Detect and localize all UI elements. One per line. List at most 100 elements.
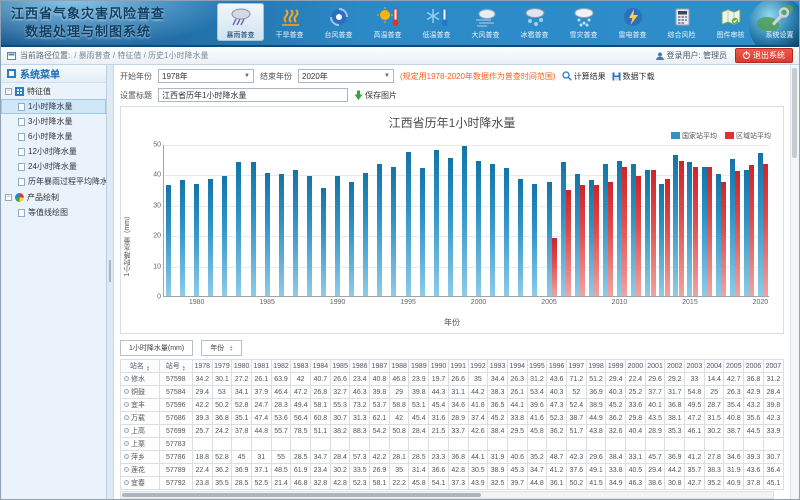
sidebar-item-0-5[interactable]: 历年暴雨过程平均降水量 <box>1 174 106 189</box>
col-header-1989[interactable]: 1989 <box>409 360 429 373</box>
bar-national-1999 <box>462 146 467 296</box>
table-row-萍乡[interactable]: 萍乡5778618.852.845315528.534.728.457.342.… <box>121 451 784 464</box>
col-header-id[interactable]: 站号▲▼ <box>159 360 192 373</box>
sidebar-group-1[interactable]: −产品绘制 <box>1 189 106 205</box>
col-header-2005[interactable]: 2005 <box>724 360 744 373</box>
cell-value: 41.2 <box>685 451 705 464</box>
sidebar-item-1-0[interactable]: 等值线绘图 <box>1 205 106 220</box>
chart-plot: 0102030405019801985199019952000200520102… <box>163 145 769 297</box>
col-header-2007[interactable]: 2007 <box>763 360 783 373</box>
cell-value: 29.4 <box>192 386 212 399</box>
cell-value: 35.2 <box>704 477 724 490</box>
col-header-1978[interactable]: 1978 <box>192 360 212 373</box>
col-header-1986[interactable]: 1986 <box>350 360 370 373</box>
col-header-1997[interactable]: 1997 <box>566 360 586 373</box>
col-header-1993[interactable]: 1993 <box>488 360 508 373</box>
cell-value: 29.6 <box>586 451 606 464</box>
bar-regional-2018 <box>735 171 740 296</box>
x-tick-label: 1990 <box>326 299 350 306</box>
start-year-select[interactable]: 1978年▼ <box>158 69 254 83</box>
cell-value: 40.5 <box>626 464 646 477</box>
col-header-1995[interactable]: 1995 <box>527 360 547 373</box>
toolbar-item-lightning[interactable]: 雷电普查 <box>609 3 656 41</box>
col-header-2006[interactable]: 2006 <box>744 360 764 373</box>
col-header-1987[interactable]: 1987 <box>370 360 390 373</box>
col-header-2003[interactable]: 2003 <box>685 360 705 373</box>
col-header-1985[interactable]: 1985 <box>330 360 350 373</box>
col-header-2000[interactable]: 2000 <box>626 360 646 373</box>
collapse-icon[interactable]: − <box>5 88 12 95</box>
table-row-上高[interactable]: 上高5769925.724.237.844.855.778.551.138.28… <box>121 425 784 438</box>
col-header-1980[interactable]: 1980 <box>232 360 252 373</box>
table-year-sort[interactable]: 年份 ▲▼ <box>201 340 242 356</box>
table-measure-box[interactable]: 1小时降水量(mm) <box>120 340 193 356</box>
chart-title-input[interactable] <box>158 88 348 102</box>
toolbar-item-heat[interactable]: 高温普查 <box>364 3 411 41</box>
bar-national-1997 <box>434 150 439 296</box>
cell-value: 42.8 <box>448 464 468 477</box>
cell-value: 42.2 <box>192 399 212 412</box>
toolbar-item-risk[interactable]: 综合风险 <box>658 3 705 41</box>
toolbar-item-drought[interactable]: 干旱普查 <box>266 3 313 41</box>
cell-value <box>468 438 488 451</box>
collapse-icon[interactable]: − <box>5 194 12 201</box>
col-header-2001[interactable]: 2001 <box>645 360 665 373</box>
toolbar-item-snow[interactable]: 雪灾普查 <box>560 3 607 41</box>
logout-button[interactable]: 退出系统 <box>735 48 793 63</box>
col-header-1999[interactable]: 1999 <box>606 360 626 373</box>
page-vscrollbar[interactable] <box>790 65 799 499</box>
station-id: 57596 <box>159 399 192 412</box>
breadcrumb[interactable]: / 暴雨普查 / 特征值 / 历史1小时降水量 <box>74 50 208 61</box>
toolbar-item-storm[interactable]: 暴雨普查 <box>217 3 264 41</box>
sidebar-splitter[interactable] <box>107 65 114 499</box>
table-row-上栗[interactable]: 上栗57783 <box>121 438 784 451</box>
cell-value: 48.5 <box>271 464 291 477</box>
table-row-万载[interactable]: 万载5768639.336.835.147.453.656.460.830.73… <box>121 412 784 425</box>
toolbar-item-hail[interactable]: 冰雹普查 <box>511 3 558 41</box>
station-id: 57789 <box>159 464 192 477</box>
col-header-2004[interactable]: 2004 <box>704 360 724 373</box>
col-header-1990[interactable]: 1990 <box>429 360 449 373</box>
toolbar-item-typhoon[interactable]: 台风普查 <box>315 3 362 41</box>
table-row-宜春[interactable]: 宜春5779223.835.528.552.521.446.832.842.85… <box>121 477 784 490</box>
save-image-button[interactable]: 保存图片 <box>354 90 397 101</box>
cell-value: 33 <box>685 373 705 386</box>
col-header-1982[interactable]: 1982 <box>271 360 291 373</box>
sidebar-item-0-2[interactable]: 6小时降水量 <box>1 129 106 144</box>
sidebar-item-0-1[interactable]: 3小时降水量 <box>1 114 106 129</box>
toolbar-item-freeze[interactable]: 低温普查 <box>413 3 460 41</box>
cell-value: 48.7 <box>547 451 567 464</box>
col-header-1979[interactable]: 1979 <box>212 360 232 373</box>
download-button[interactable]: 数据下载 <box>612 71 655 82</box>
col-header-1983[interactable]: 1983 <box>291 360 311 373</box>
sidebar-group-0[interactable]: −特征值 <box>1 83 106 99</box>
toolbar-item-review[interactable]: 图件审核 <box>707 3 754 41</box>
col-header-1994[interactable]: 1994 <box>507 360 527 373</box>
col-header-1998[interactable]: 1998 <box>586 360 606 373</box>
table-row-莲花[interactable]: 莲花5778922.436.236.937.148.561.923.430.23… <box>121 464 784 477</box>
end-year-select[interactable]: 2020年▼ <box>298 69 394 83</box>
toolbar-item-gale[interactable]: 大风普查 <box>462 3 509 41</box>
col-header-2002[interactable]: 2002 <box>665 360 685 373</box>
table-row-修水[interactable]: 修水5759834.230.127.226.163.94240.726.623.… <box>121 373 784 386</box>
sidebar-item-0-0[interactable]: 1小时降水量 <box>1 99 106 114</box>
col-header-1991[interactable]: 1991 <box>448 360 468 373</box>
cell-value: 53.6 <box>271 412 291 425</box>
col-header-station[interactable]: 站名▲▼ <box>121 360 160 373</box>
table-hscrollbar[interactable] <box>120 491 774 499</box>
toolbar-item-settings[interactable]: 系统设置 <box>756 3 799 41</box>
cell-value <box>527 438 547 451</box>
cell-value <box>724 438 744 451</box>
sidebar-item-0-3[interactable]: 12小时降水量 <box>1 144 106 159</box>
calculate-button[interactable]: 计算结果 <box>562 71 606 82</box>
col-header-1992[interactable]: 1992 <box>468 360 488 373</box>
table-row-铜鼓[interactable]: 铜鼓5758429.45334.137.946.447.226.832.746.… <box>121 386 784 399</box>
table-row-宜丰[interactable]: 宜丰5759642.250.252.824.728.349.458.155.37… <box>121 399 784 412</box>
cell-value: 58.8 <box>389 399 409 412</box>
col-header-1984[interactable]: 1984 <box>311 360 331 373</box>
col-header-1996[interactable]: 1996 <box>547 360 567 373</box>
legend-swatch-national <box>671 132 680 139</box>
col-header-1988[interactable]: 1988 <box>389 360 409 373</box>
sidebar-item-0-4[interactable]: 24小时降水量 <box>1 159 106 174</box>
col-header-1981[interactable]: 1981 <box>251 360 271 373</box>
